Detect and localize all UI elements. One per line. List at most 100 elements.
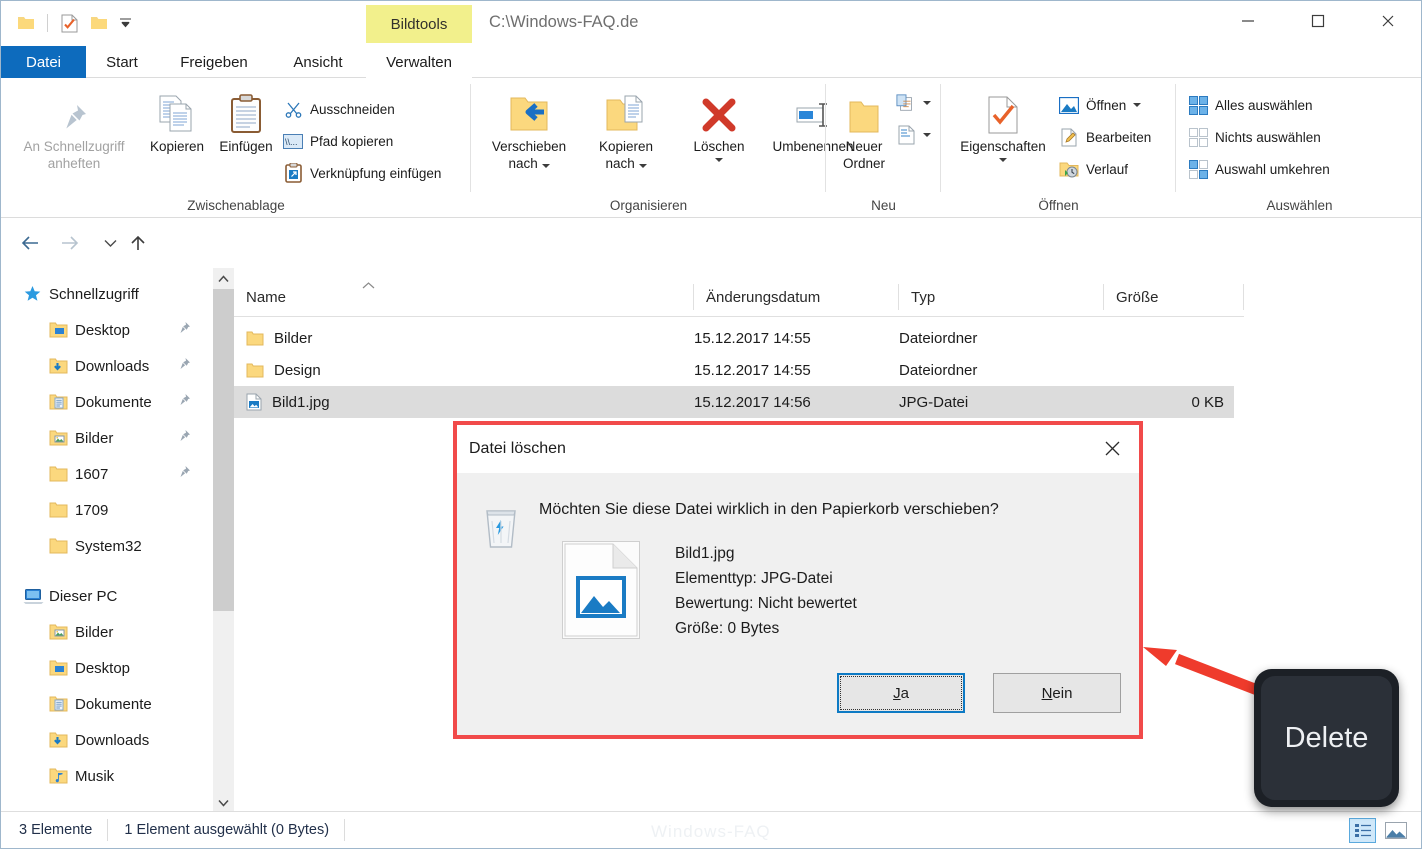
ribbon-history-button[interactable]: Verlauf (1059, 156, 1128, 182)
qat-properties-icon[interactable] (54, 8, 84, 38)
ribbon-paste-button[interactable]: Einfügen (213, 90, 279, 155)
sidebar-item-1709[interactable]: 1709 (1, 492, 213, 528)
sidebar-item-dokumente[interactable]: Dokumente (1, 384, 213, 420)
status-item-selection: 1 Element ausgewählt (0 Bytes) (108, 819, 346, 841)
new-folder-icon (847, 90, 881, 134)
file-name-label: Bild1.jpg (272, 393, 330, 411)
nav-pane-scrollbar[interactable] (213, 268, 234, 813)
label: Pfad kopieren (310, 133, 394, 149)
delete-confirm-dialog: Datei löschen Möchten Sie diese Datei wi… (453, 421, 1143, 739)
table-row[interactable]: Bild1.jpg 15.12.2017 14:56 JPG-Datei 0 K… (234, 386, 1234, 418)
column-headers: Name Änderungsdatum Typ Größe (234, 278, 1244, 316)
title-bar: Bildtools C:\Windows-FAQ.de (1, 1, 1421, 47)
sidebar-item-1607[interactable]: 1607 (1, 456, 213, 492)
column-header-size[interactable]: Größe (1104, 278, 1244, 316)
ribbon-copy-path-button[interactable]: \\... Pfad kopieren (283, 128, 393, 154)
column-header-type[interactable]: Typ (899, 278, 1104, 316)
folder-pictures-icon (49, 430, 75, 446)
back-button[interactable] (15, 228, 45, 258)
label-line1: Neuer (845, 139, 883, 154)
sidebar-item-pc-musik[interactable]: Musik (1, 758, 213, 794)
close-icon[interactable] (1091, 431, 1133, 465)
sidebar-item-pc-dokumente[interactable]: Dokumente (1, 686, 213, 722)
column-divider[interactable] (1243, 284, 1244, 310)
ribbon-select-all-button[interactable]: Alles auswählen (1188, 92, 1313, 118)
watermark: Windows-FAQ (651, 822, 771, 841)
sidebar-item-pc-downloads[interactable]: Downloads (1, 722, 213, 758)
column-header-name[interactable]: Name (234, 278, 694, 316)
ribbon-properties-button[interactable]: Eigenschaften (947, 90, 1059, 162)
table-row[interactable]: Bilder 15.12.2017 14:55 Dateiordner (234, 322, 1234, 354)
status-item-count: 3 Elemente (1, 819, 109, 841)
ribbon-delete-button[interactable]: Löschen (681, 90, 757, 162)
qat-customize-dropdown[interactable] (114, 8, 136, 38)
sidebar-item-system32[interactable]: System32 (1, 528, 213, 564)
ribbon-select-none-button[interactable]: Nichts auswählen (1188, 124, 1321, 150)
column-header-date[interactable]: Änderungsdatum (694, 278, 899, 316)
edit-icon (1059, 127, 1079, 147)
ribbon-copy-button[interactable]: Kopieren (141, 90, 213, 155)
ribbon-edit-button[interactable]: Bearbeiten (1059, 124, 1151, 150)
tab-verwalten[interactable]: Verwalten (366, 46, 472, 78)
file-name-cell: Bilder (234, 330, 694, 347)
ribbon-open-button[interactable]: Öffnen (1059, 92, 1142, 118)
file-date-cell: 15.12.2017 14:56 (694, 393, 811, 411)
label: Verknüpfung einfügen (310, 165, 442, 181)
folder-icon (49, 538, 75, 554)
file-name-cell: Design (234, 362, 694, 379)
details-view-button[interactable] (1349, 818, 1376, 843)
sidebar-item-downloads[interactable]: Downloads (1, 348, 213, 384)
qat-folder-icon[interactable] (11, 8, 41, 38)
ribbon-new-item-button[interactable] (896, 90, 931, 116)
tab-label: Freigeben (180, 53, 248, 71)
sidebar-item-schnellzugriff[interactable]: Schnellzugriff (1, 276, 213, 312)
table-row[interactable]: Design 15.12.2017 14:55 Dateiordner (234, 354, 1234, 386)
accel-char: N (1041, 684, 1053, 702)
qat-new-folder-icon[interactable] (84, 8, 114, 38)
up-button[interactable] (123, 228, 153, 258)
sidebar-item-bilder[interactable]: Bilder (1, 420, 213, 456)
close-button[interactable] (1353, 1, 1421, 41)
scroll-down-arrow-icon[interactable] (213, 792, 234, 813)
tab-freigeben[interactable]: Freigeben (158, 46, 270, 78)
svg-text:\\...: \\... (285, 137, 298, 147)
chevron-down-icon (1133, 103, 1142, 107)
header-underline (234, 316, 1244, 317)
computer-icon (23, 588, 49, 605)
view-buttons (1349, 818, 1409, 843)
forward-button[interactable] (55, 228, 85, 258)
scrollbar-thumb[interactable] (213, 289, 234, 611)
maximize-button[interactable] (1283, 1, 1353, 41)
ribbon-paste-shortcut-button[interactable]: Verknüpfung einfügen (283, 160, 441, 186)
accel-char: J (893, 684, 901, 702)
ribbon-body: An Schnellzugriff anheften Kopieren Einf… (1, 78, 1421, 218)
scroll-up-arrow-icon[interactable] (213, 268, 234, 289)
chevron-down-icon (923, 101, 931, 105)
recent-locations-button[interactable] (95, 228, 125, 258)
ribbon-move-to-button[interactable]: Verschieben nach (481, 90, 577, 172)
ribbon-cut-button[interactable]: Ausschneiden (283, 96, 395, 122)
no-button[interactable]: Nein (993, 673, 1121, 713)
image-file-icon (246, 393, 262, 411)
ribbon-invert-selection-button[interactable]: Auswahl umkehren (1188, 156, 1330, 182)
tab-ansicht[interactable]: Ansicht (270, 46, 366, 78)
tab-datei[interactable]: Datei (1, 46, 86, 78)
contextual-tab-header: Bildtools (366, 5, 472, 43)
qat-separator (47, 14, 48, 32)
sidebar-item-dieser-pc[interactable]: Dieser PC (1, 578, 213, 614)
sidebar-item-pc-desktop[interactable]: Desktop (1, 650, 213, 686)
rest-char: ein (1052, 684, 1073, 702)
minimize-button[interactable] (1213, 1, 1283, 41)
ribbon-new-folder-button[interactable]: Neuer Ordner (832, 90, 896, 172)
ribbon-copy-to-button[interactable]: Kopieren nach (583, 90, 669, 172)
ribbon-group-zwischenablage: An Schnellzugriff anheften Kopieren Einf… (1, 78, 471, 218)
yes-button[interactable]: Ja (837, 673, 965, 713)
rest-char: a (900, 684, 909, 702)
tab-start[interactable]: Start (86, 46, 158, 78)
ribbon-easy-access-button[interactable] (896, 122, 931, 148)
sidebar-item-pc-bilder[interactable]: Bilder (1, 614, 213, 650)
sidebar-item-desktop[interactable]: Desktop (1, 312, 213, 348)
large-icons-view-button[interactable] (1382, 818, 1409, 843)
ribbon-pin-to-quick-access[interactable]: An Schnellzugriff anheften (13, 90, 135, 172)
select-none-icon (1188, 127, 1208, 147)
